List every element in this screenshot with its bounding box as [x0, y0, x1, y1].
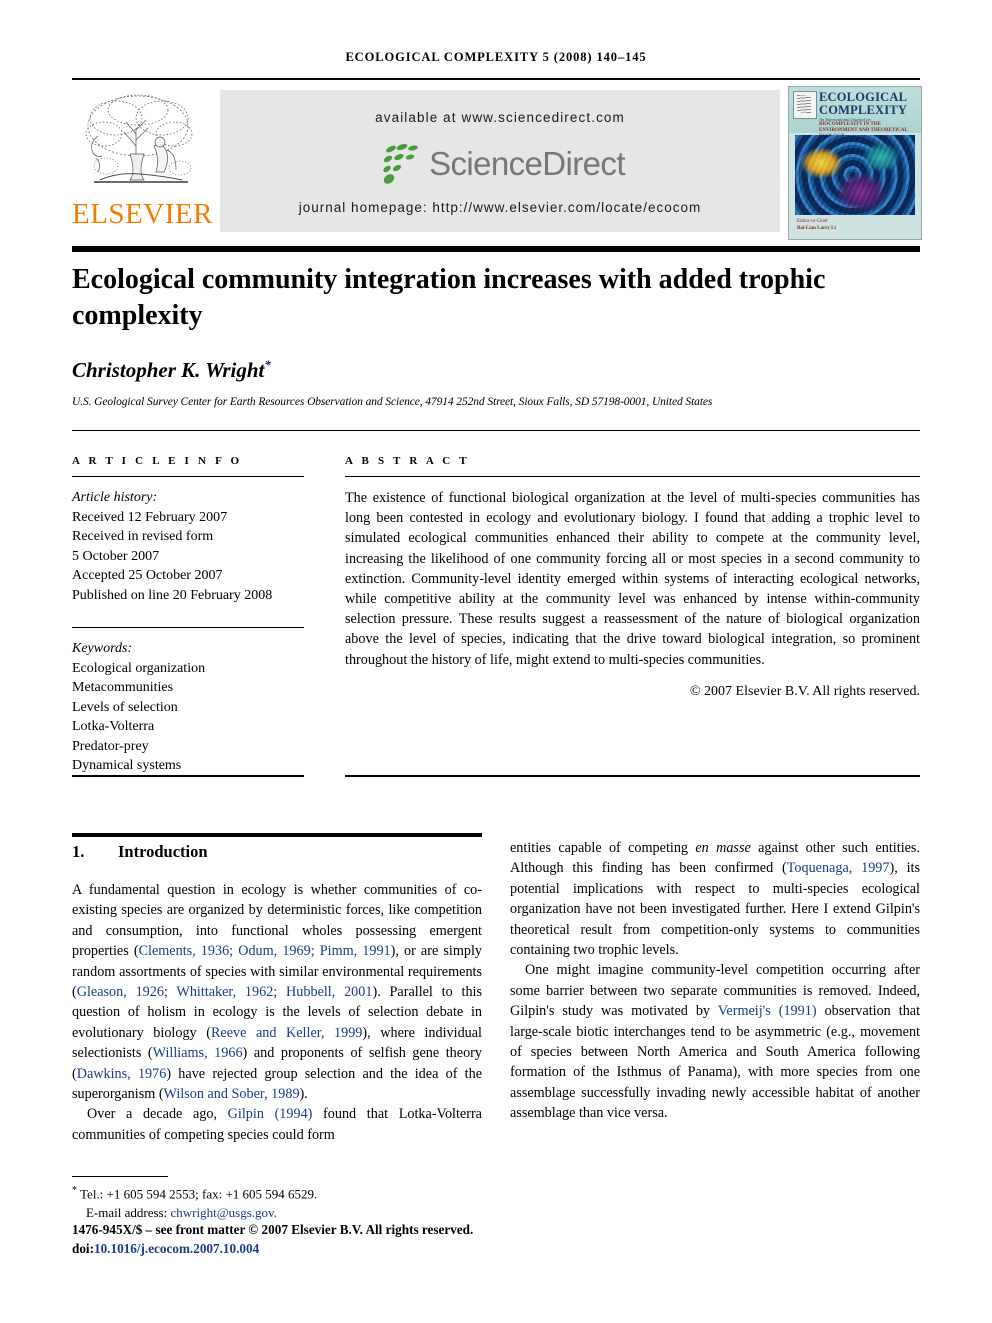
keyword-item: Metacommunities — [72, 680, 174, 695]
author-footnote-marker[interactable]: * — [264, 357, 271, 372]
info-bottom-rule — [72, 775, 304, 777]
affiliation: U.S. Geological Survey Center for Earth … — [72, 396, 713, 408]
citation-link[interactable]: Vermeij's (1991) — [718, 1003, 817, 1019]
history-item: 5 October 2007 — [72, 548, 160, 564]
abstract-copyright: © 2007 Elsevier B.V. All rights reserved… — [689, 683, 920, 699]
journal-cover-thumbnail: ECOLOGICAL COMPLEXITY An International J… — [788, 86, 922, 240]
emphasis-text: en masse — [695, 840, 751, 856]
page-title: Ecological community integration increas… — [72, 264, 826, 331]
sciencedirect-logo: ScienceDirect — [220, 140, 780, 188]
footnote-tel-line: * Tel.: +1 605 594 2553; fax: +1 605 594… — [72, 1182, 502, 1204]
history-item: Published on line 20 February 2008 — [72, 587, 273, 603]
history-item: Received 12 February 2007 — [72, 509, 228, 525]
abstract-heading: A B S T R A C T — [345, 455, 470, 467]
front-matter-line: 1476-945X/$ – see front matter © 2007 El… — [72, 1222, 474, 1237]
header-rule — [72, 78, 920, 80]
citation-link[interactable]: Clements, 1936; Odum, 1969; Pimm, 1991 — [139, 943, 391, 959]
keywords-block: Keywords: Ecological organization Metaco… — [72, 639, 304, 776]
intro-top-rule — [72, 833, 482, 837]
citation-link[interactable]: Wilson and Sober, 1989 — [164, 1086, 300, 1102]
masthead-bottom-rule — [72, 246, 920, 252]
abstract-rule — [345, 476, 920, 477]
body-paragraph: Over a decade ago, Gilpin (1994) found t… — [72, 1104, 482, 1145]
cover-editor-name: Bai-Lian Larry Li — [797, 226, 836, 231]
keyword-item: Predator-prey — [72, 738, 149, 754]
history-item: Received in revised form — [72, 529, 214, 544]
author-name: Christopher K. Wright* — [72, 357, 872, 383]
footnote-email-line: E-mail address: chwright@usgs.gov. — [72, 1204, 502, 1223]
sciencedirect-banner: available at www.sciencedirect.com Scien… — [220, 90, 780, 232]
body-column-right: entities capable of competing en masse a… — [510, 838, 920, 1124]
masthead: ELSEVIER available at www.sciencedirect.… — [72, 86, 922, 240]
keyword-item: Ecological organization — [72, 660, 206, 676]
cover-artwork — [795, 135, 915, 215]
sciencedirect-wordmark: ScienceDirect — [429, 145, 625, 182]
citation-link[interactable]: Dawkins, 1976 — [77, 1066, 167, 1082]
abstract-column: A B S T R A C T The existence of functio… — [345, 455, 920, 700]
footnote-rule — [72, 1176, 168, 1177]
available-at-text: available at www.sciencedirect.com — [375, 110, 625, 125]
body-column-left: A fundamental question in ecology is whe… — [72, 880, 482, 1145]
footnote-email-link[interactable]: chwright@usgs.gov. — [170, 1205, 276, 1220]
abstract-bottom-rule — [345, 775, 920, 777]
abstract-text: The existence of functional biological o… — [345, 490, 920, 668]
body-text: entities capable of competing — [510, 840, 696, 856]
footnote-tel: Tel.: +1 605 594 2553; fax: +1 605 594 6… — [80, 1186, 318, 1202]
sciencedirect-leaf-icon — [383, 143, 419, 184]
citation-link[interactable]: Gilpin (1994) — [228, 1106, 313, 1122]
cover-elsevier-mark-icon — [793, 91, 817, 119]
doi-link[interactable]: 10.1016/j.ecocom.2007.10.004 — [94, 1241, 259, 1256]
doi-line: doi:10.1016/j.ecocom.2007.10.004 — [72, 1240, 542, 1259]
cover-editor-label: Editor-in-Chief — [797, 219, 828, 224]
front-matter-block: 1476-945X/$ – see front matter © 2007 El… — [72, 1221, 542, 1258]
keyword-item: Dynamical systems — [72, 758, 182, 773]
body-paragraph: One might imagine community-level compet… — [510, 960, 920, 1123]
footnote-email-label: E-mail address: — [86, 1204, 168, 1220]
footnote-marker: * — [72, 1185, 77, 1196]
elsevier-tree-icon — [85, 94, 193, 183]
citation-link[interactable]: Reeve and Keller, 1999 — [211, 1025, 362, 1041]
citation-link[interactable]: Toquenaga, 1997 — [787, 860, 890, 876]
article-history: Article history: Received 12 February 20… — [72, 488, 304, 605]
citation-link[interactable]: Williams, 1966 — [153, 1045, 243, 1061]
article-info-column: A R T I C L E I N F O Article history: R… — [72, 455, 304, 776]
article-info-rule — [72, 476, 304, 477]
keywords-rule — [72, 627, 304, 628]
keyword-item: Levels of selection — [72, 699, 178, 715]
keyword-item: Lotka-Volterra — [72, 719, 155, 734]
body-paragraph: A fundamental question in ecology is whe… — [72, 880, 482, 1104]
elsevier-logo: ELSEVIER — [72, 86, 213, 238]
body-text: ). — [299, 1086, 308, 1103]
journal-homepage-text: journal homepage: http://www.elsevier.co… — [298, 200, 702, 215]
article-history-label: Article history: — [72, 490, 158, 505]
doi-label: doi: — [72, 1240, 94, 1256]
article-page: ECOLOGICAL COMPLEXITY 5 (2008) 140–145 E… — [0, 0, 992, 1323]
running-head: ECOLOGICAL COMPLEXITY 5 (2008) 140–145 — [345, 50, 647, 64]
body-text: Over a decade ago, — [87, 1106, 228, 1123]
article-info-heading: A R T I C L E I N F O — [72, 455, 243, 467]
author-label: Christopher K. Wright — [72, 358, 265, 382]
section-title: Introduction — [118, 842, 208, 861]
history-item: Accepted 25 October 2007 — [72, 568, 223, 583]
body-text: observation that large-scale biotic inte… — [510, 1003, 921, 1122]
footnotes: * Tel.: +1 605 594 2553; fax: +1 605 594… — [72, 1182, 502, 1222]
body-paragraph: entities capable of competing en masse a… — [510, 838, 920, 960]
keywords-label: Keywords: — [72, 641, 133, 656]
section-heading-introduction: 1. Introduction — [72, 842, 482, 862]
citation-link[interactable]: Gleason, 1926; Whittaker, 1962; Hubbell,… — [77, 984, 373, 1000]
cover-title-line2: COMPLEXITY — [819, 103, 908, 117]
section-number: 1. — [72, 842, 85, 861]
info-top-rule — [72, 430, 920, 431]
elsevier-wordmark: ELSEVIER — [72, 198, 213, 230]
